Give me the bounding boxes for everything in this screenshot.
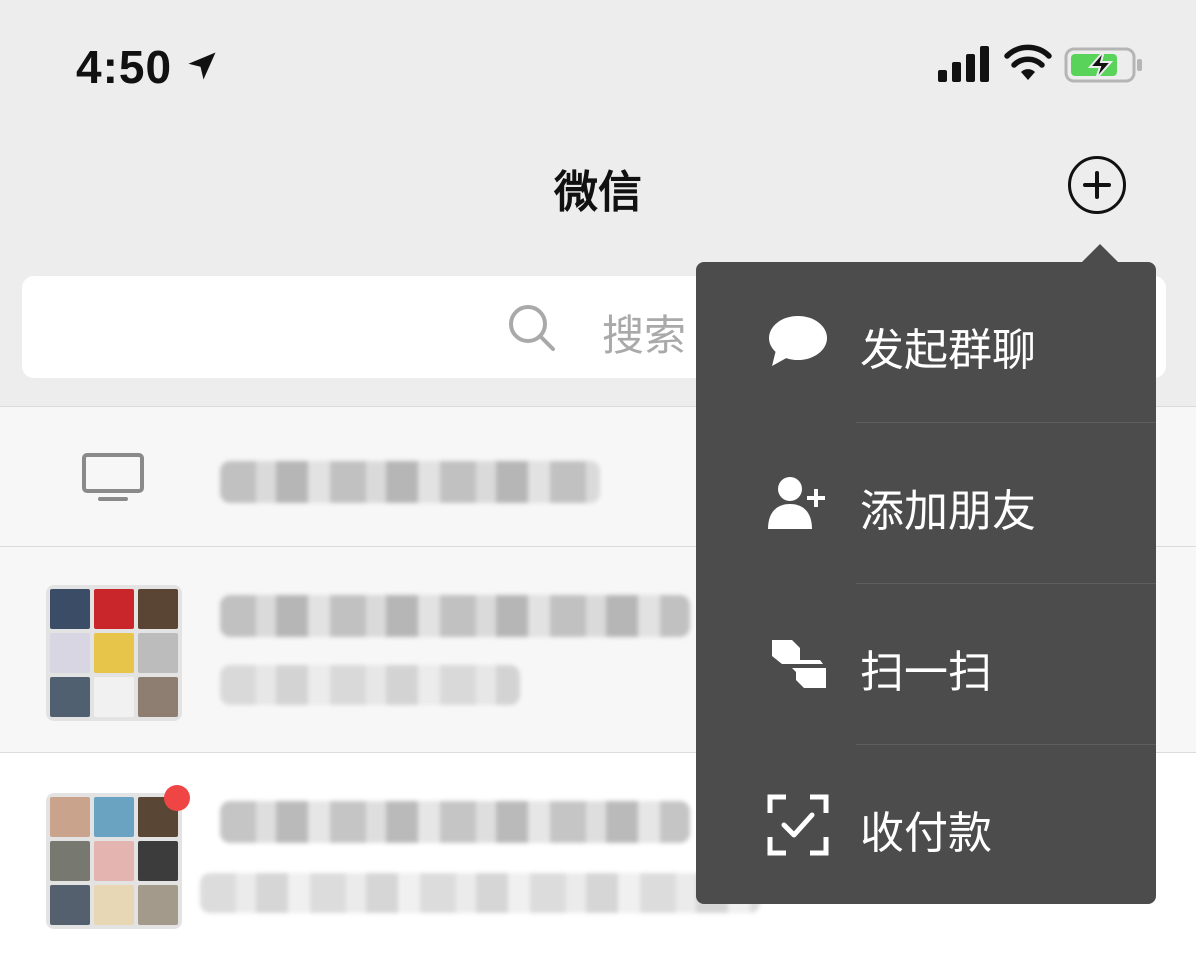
desktop-monitor-icon	[82, 453, 144, 501]
scan-icon	[770, 640, 826, 688]
add-popup-menu: 发起群聊 添加朋友 扫一扫 收付款	[696, 262, 1156, 904]
redacted-text	[220, 595, 690, 637]
unread-badge	[164, 785, 190, 811]
location-arrow-icon	[188, 52, 216, 80]
redacted-text	[220, 665, 520, 705]
group-avatar	[46, 585, 182, 721]
menu-item-label: 扫一扫	[860, 647, 992, 698]
wifi-icon	[1004, 44, 1052, 80]
menu-item-group-chat[interactable]: 发起群聊	[696, 262, 1156, 422]
page-title: 微信	[554, 167, 642, 218]
menu-item-label: 添加朋友	[860, 486, 1036, 537]
group-avatar	[46, 793, 182, 929]
redacted-text	[200, 873, 760, 913]
chat-bubble-icon	[769, 316, 827, 366]
add-menu-button[interactable]	[1068, 156, 1126, 214]
status-bar: 4:50	[0, 0, 1196, 130]
battery-charging-icon	[1064, 47, 1142, 83]
status-time: 4:50	[76, 41, 173, 93]
search-icon	[509, 305, 555, 351]
search-placeholder: 搜索	[602, 311, 687, 360]
signal-icon	[938, 46, 989, 82]
menu-item-payment[interactable]: 收付款	[696, 745, 1156, 905]
menu-item-add-friend[interactable]: 添加朋友	[696, 423, 1156, 583]
add-friend-icon	[768, 477, 825, 529]
redacted-text	[220, 801, 690, 843]
payment-check-icon	[767, 794, 829, 856]
redacted-text	[220, 461, 600, 503]
menu-item-label: 发起群聊	[860, 325, 1036, 376]
menu-item-scan[interactable]: 扫一扫	[696, 584, 1156, 744]
popup-caret	[1080, 244, 1120, 264]
menu-item-label: 收付款	[860, 808, 992, 859]
